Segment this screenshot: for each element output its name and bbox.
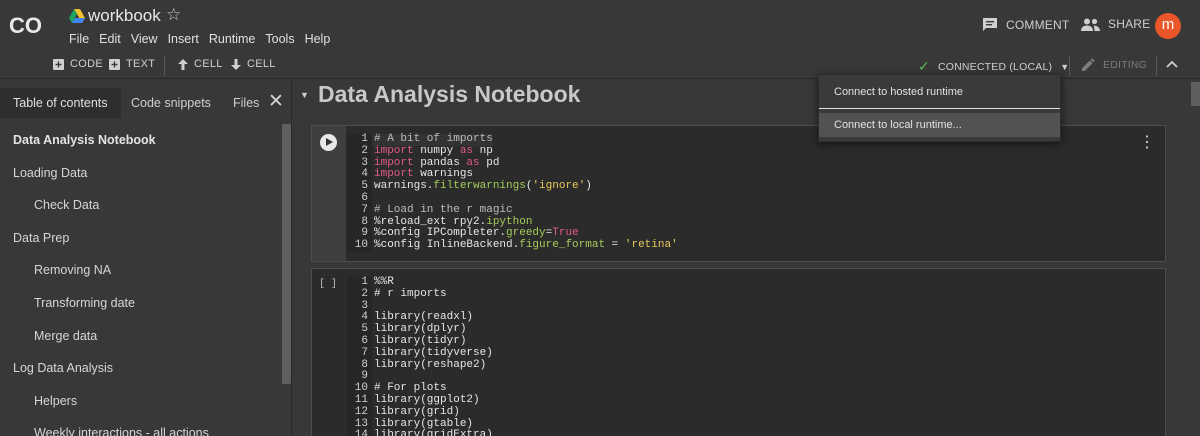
move-cell-down-button[interactable]: CELL bbox=[231, 58, 276, 70]
share-button[interactable]: SHARE bbox=[1081, 17, 1150, 31]
tab-table-of-contents[interactable]: Table of contents bbox=[0, 88, 121, 118]
connect-local-runtime-item[interactable]: Connect to local runtime... bbox=[819, 113, 1060, 137]
plus-box-icon bbox=[109, 58, 120, 70]
toc-item[interactable]: Helpers bbox=[0, 385, 281, 418]
menu-file[interactable]: File bbox=[69, 32, 89, 46]
code-cell[interactable]: [ ] 1 %%R 2 # r imports 3 4 library(readxl)… bbox=[311, 268, 1166, 436]
toc-item[interactable]: Weekly interactions - all actions bbox=[0, 417, 281, 436]
notebook-main: ▼ Data Analysis Notebook 1 # A bit of imp… bbox=[293, 80, 1200, 436]
run-cell-button[interactable]: [ ] bbox=[319, 279, 337, 290]
star-icon[interactable]: ☆ bbox=[166, 5, 181, 25]
editing-label: EDITING bbox=[1103, 58, 1147, 71]
caret-down-icon: ▼ bbox=[1060, 61, 1070, 72]
toolbar-divider bbox=[164, 56, 165, 76]
add-text-button[interactable]: TEXT bbox=[109, 58, 155, 70]
menu-help[interactable]: Help bbox=[305, 32, 331, 46]
google-drive-icon bbox=[69, 9, 85, 23]
check-icon: ✓ bbox=[918, 58, 930, 74]
editing-mode-button[interactable]: EDITING bbox=[1082, 58, 1147, 71]
main-scrollbar[interactable] bbox=[1191, 82, 1200, 106]
add-text-label: TEXT bbox=[126, 58, 156, 70]
connect-hosted-runtime-item[interactable]: Connect to hosted runtime bbox=[819, 80, 1060, 104]
menu-edit[interactable]: Edit bbox=[99, 32, 121, 46]
toc-item[interactable]: Check Data bbox=[0, 189, 281, 222]
people-icon bbox=[1081, 18, 1100, 31]
app-header: CO workbook ☆ File Edit View Insert Runt… bbox=[0, 0, 1200, 52]
toc-item[interactable]: Data Prep bbox=[0, 222, 281, 255]
notebook-title[interactable]: workbook bbox=[88, 6, 161, 26]
menu-runtime[interactable]: Runtime bbox=[209, 32, 256, 46]
cell-gutter: [ ] bbox=[312, 269, 346, 436]
svg-text:CO: CO bbox=[9, 13, 42, 38]
more-vert-icon[interactable]: ⋮ bbox=[1139, 132, 1155, 152]
toc-item[interactable]: Loading Data bbox=[0, 157, 281, 190]
arrow-down-icon bbox=[231, 58, 241, 70]
toc-item[interactable]: Merge data bbox=[0, 320, 281, 353]
menu-insert[interactable]: Insert bbox=[168, 32, 199, 46]
code-editor[interactable]: 1 %%R 2 # r imports 3 4 library(readxl) 5 li… bbox=[347, 276, 493, 436]
menu-bar: File Edit View Insert Runtime Tools Help bbox=[69, 32, 340, 46]
arrow-up-icon bbox=[178, 58, 188, 70]
menu-view[interactable]: View bbox=[131, 32, 158, 46]
comment-label: COMMENT bbox=[1006, 17, 1070, 32]
table-of-contents: Data Analysis Notebook Loading Data Chec… bbox=[0, 124, 281, 436]
colab-logo-icon[interactable]: CO bbox=[9, 11, 43, 39]
move-cell-up-label: CELL bbox=[194, 58, 223, 70]
sidebar-tabs: Table of contents Code snippets Files ✕ bbox=[0, 88, 292, 118]
comment-icon bbox=[983, 18, 997, 31]
comment-button[interactable]: COMMENT bbox=[982, 17, 1069, 32]
section-heading: Data Analysis Notebook bbox=[318, 81, 581, 107]
tab-files[interactable]: Files bbox=[220, 88, 272, 118]
code-editor[interactable]: 1 # A bit of imports 2 import numpy as np … bbox=[347, 133, 678, 252]
menu-tools[interactable]: Tools bbox=[265, 32, 294, 46]
move-cell-down-label: CELL bbox=[247, 58, 276, 70]
share-label: SHARE bbox=[1108, 17, 1151, 31]
sidebar-scrollbar[interactable] bbox=[282, 124, 291, 384]
connection-status-button[interactable]: ✓ CONNECTED (LOCAL) ▼ bbox=[918, 58, 1069, 75]
run-cell-button[interactable] bbox=[320, 134, 337, 151]
add-code-button[interactable]: CODE bbox=[53, 58, 103, 70]
cell-gutter bbox=[312, 126, 346, 261]
menu-divider bbox=[819, 108, 1060, 109]
chevron-up-icon[interactable] bbox=[1166, 60, 1178, 68]
connect-dropdown-menu: Connect to hosted runtime Connect to loc… bbox=[818, 74, 1061, 142]
move-cell-up-button[interactable]: CELL bbox=[178, 58, 223, 70]
add-code-label: CODE bbox=[70, 58, 103, 70]
toc-item[interactable]: Transforming date bbox=[0, 287, 281, 320]
pencil-icon bbox=[1082, 58, 1095, 71]
toolbar-divider bbox=[1069, 56, 1070, 76]
plus-box-icon bbox=[53, 58, 64, 70]
toolbar-divider bbox=[1156, 56, 1157, 76]
code-cell[interactable]: 1 # A bit of imports 2 import numpy as np … bbox=[311, 125, 1166, 262]
toc-item[interactable]: Removing NA bbox=[0, 254, 281, 287]
connection-status-label: CONNECTED (LOCAL) bbox=[937, 60, 1053, 73]
toc-item[interactable]: Log Data Analysis bbox=[0, 352, 281, 385]
tab-code-snippets[interactable]: Code snippets bbox=[118, 88, 224, 118]
sidebar: Table of contents Code snippets Files ✕ … bbox=[0, 80, 292, 436]
toc-item[interactable]: Data Analysis Notebook bbox=[0, 124, 281, 157]
collapse-section-icon[interactable]: ▼ bbox=[300, 90, 309, 100]
avatar[interactable]: m bbox=[1155, 13, 1181, 39]
close-icon[interactable]: ✕ bbox=[268, 90, 284, 113]
